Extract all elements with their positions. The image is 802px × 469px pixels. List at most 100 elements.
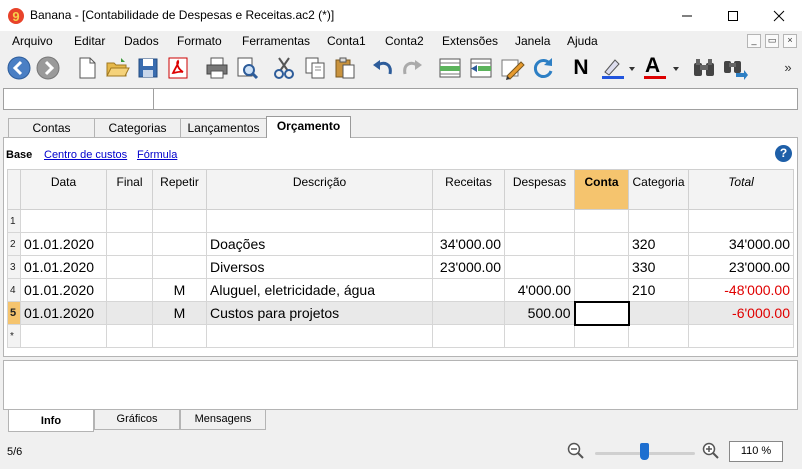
header-categoria[interactable]: Categoria [628, 169, 689, 210]
cell-data[interactable] [20, 324, 107, 348]
cell-final[interactable] [106, 209, 153, 233]
cell-total[interactable]: -6'000.00 [688, 301, 794, 325]
row-number[interactable]: 2 [7, 232, 21, 256]
cell-categoria[interactable]: 320 [628, 232, 689, 256]
cell-total[interactable]: 34'000.00 [688, 232, 794, 256]
cell-descricao[interactable]: Custos para projetos [206, 301, 433, 325]
text-color-icon[interactable]: A [641, 54, 683, 81]
cell-descricao[interactable] [206, 324, 433, 348]
tab-categorias[interactable]: Categorias [94, 118, 181, 137]
header-total[interactable]: Total [688, 169, 794, 210]
tab-lancamentos[interactable]: Lançamentos [180, 118, 267, 137]
menu-janela[interactable]: Janela [515, 34, 550, 48]
view-centro-de-custos[interactable]: Centro de custos [44, 149, 127, 161]
view-formula[interactable]: Fórmula [137, 149, 177, 161]
mdi-minimize-button[interactable]: _ [747, 34, 761, 48]
more-icon[interactable]: » [778, 55, 798, 81]
menu-dados[interactable]: Dados [124, 34, 159, 48]
row-number[interactable]: * [7, 324, 21, 348]
row-number[interactable]: 5 [7, 301, 21, 325]
back-icon[interactable] [6, 55, 32, 81]
cell-receitas[interactable]: 34'000.00 [432, 232, 505, 256]
recalculate-icon[interactable] [530, 55, 556, 81]
cell-data[interactable]: 01.01.2020 [20, 232, 107, 256]
cell-total[interactable] [688, 209, 794, 233]
undo-icon[interactable] [370, 55, 396, 81]
cell-despesas[interactable] [504, 209, 575, 233]
menu-conta1[interactable]: Conta1 [327, 34, 366, 48]
row-number[interactable]: 4 [7, 278, 21, 302]
cell-despesas[interactable]: 4'000.00 [504, 278, 575, 302]
cell-repetir[interactable]: M [152, 278, 207, 302]
cell-repetir[interactable] [152, 232, 207, 256]
menu-arquivo[interactable]: Arquivo [12, 34, 53, 48]
copy-icon[interactable] [302, 55, 328, 81]
menu-formato[interactable]: Formato [177, 34, 222, 48]
cell-despesas[interactable] [504, 232, 575, 256]
cell-descricao[interactable]: Doações [206, 232, 433, 256]
cell-categoria[interactable] [628, 324, 689, 348]
print-icon[interactable] [204, 55, 230, 81]
menu-ajuda[interactable]: Ajuda [567, 34, 598, 48]
tab-contas[interactable]: Contas [8, 118, 95, 137]
cell-data[interactable]: 01.01.2020 [20, 255, 107, 279]
paste-icon[interactable] [332, 55, 358, 81]
header-final[interactable]: Final [106, 169, 153, 210]
find-next-icon[interactable] [722, 55, 748, 81]
redo-icon[interactable] [399, 55, 425, 81]
header-data[interactable]: Data [20, 169, 107, 210]
cell-receitas[interactable] [432, 209, 505, 233]
cell-descricao[interactable] [206, 209, 433, 233]
cell-total[interactable] [688, 324, 794, 348]
cell-total[interactable]: 23'000.00 [688, 255, 794, 279]
cell-conta[interactable] [574, 232, 629, 256]
cell-receitas[interactable]: 23'000.00 [432, 255, 505, 279]
cell-repetir[interactable] [152, 324, 207, 348]
cell-data[interactable]: 01.01.2020 [20, 278, 107, 302]
open-folder-icon[interactable] [104, 55, 130, 81]
cell-final[interactable] [106, 255, 153, 279]
tab-info[interactable]: Info [8, 410, 94, 432]
edit-pencil-icon[interactable] [499, 55, 525, 81]
header-conta[interactable]: Conta [574, 169, 629, 210]
cell-receitas[interactable] [432, 278, 505, 302]
menu-editar[interactable]: Editar [74, 34, 105, 48]
cell-total[interactable]: -48'000.00 [688, 278, 794, 302]
mdi-restore-button[interactable]: ▭ [765, 34, 779, 48]
cell-repetir[interactable]: M [152, 301, 207, 325]
header-receitas[interactable]: Receitas [432, 169, 505, 210]
row-number[interactable]: 3 [7, 255, 21, 279]
cell-repetir[interactable] [152, 255, 207, 279]
pdf-icon[interactable] [165, 55, 191, 81]
cell-receitas[interactable] [432, 301, 505, 325]
tab-mensagens[interactable]: Mensagens [180, 410, 266, 430]
cell-data[interactable] [20, 209, 107, 233]
cell-final[interactable] [106, 232, 153, 256]
cell-conta[interactable] [574, 324, 629, 348]
zoom-level-field[interactable]: 110 % [729, 441, 783, 462]
cell-despesas[interactable]: 500.00 [504, 301, 575, 325]
table-row[interactable]: 1 [7, 209, 794, 233]
cell-content-field[interactable] [156, 89, 796, 109]
mdi-close-button[interactable]: × [783, 34, 797, 48]
table-row[interactable]: 4 01.01.2020 M Aluguel, eletricidade, água 4… [7, 278, 794, 302]
zoom-slider-thumb[interactable] [640, 443, 649, 460]
cell-receitas[interactable] [432, 324, 505, 348]
row-number[interactable]: 1 [7, 209, 21, 233]
cell-descricao[interactable]: Diversos [206, 255, 433, 279]
cell-categoria[interactable] [628, 209, 689, 233]
cell-despesas[interactable] [504, 324, 575, 348]
cell-repetir[interactable] [152, 209, 207, 233]
header-descricao[interactable]: Descrição [206, 169, 433, 210]
maximize-icon[interactable] [710, 0, 756, 31]
minimize-icon[interactable] [664, 0, 710, 31]
table-row[interactable]: * [7, 324, 794, 348]
help-icon[interactable]: ? [775, 145, 792, 162]
menu-ferramentas[interactable]: Ferramentas [242, 34, 310, 48]
menu-extensoes[interactable]: Extensões [442, 34, 498, 48]
add-row-icon[interactable] [437, 55, 463, 81]
table-row[interactable]: 2 01.01.2020 Doações 34'000.00 320 34'000.00 [7, 232, 794, 256]
table-row[interactable]: 3 01.01.2020 Diversos 23'000.00 330 23'000.00 [7, 255, 794, 279]
new-file-icon[interactable] [74, 55, 100, 81]
cell-final[interactable] [106, 278, 153, 302]
